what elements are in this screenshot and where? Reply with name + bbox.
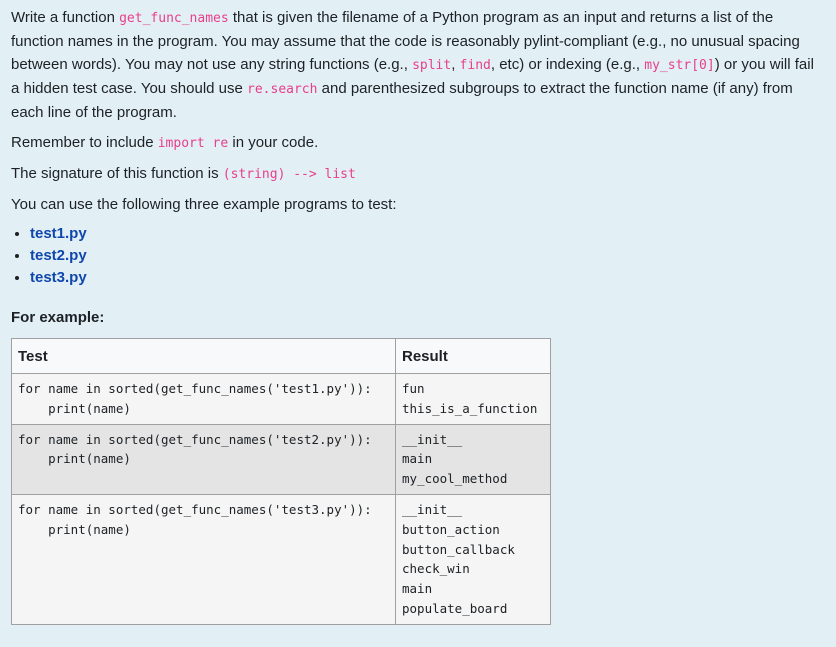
example-programs-intro: You can use the following three example … — [11, 196, 397, 213]
import-reminder: Remember to include import re in your co… — [11, 131, 825, 155]
column-header-result: Result — [395, 338, 551, 374]
result-output: __init__ main my_cool_method — [402, 431, 508, 487]
test-cell: for name in sorted(get_func_names('test2… — [11, 423, 396, 495]
text: , — [451, 56, 460, 73]
test-code: for name in sorted(get_func_names('test2… — [18, 431, 372, 467]
text: , etc) or indexing (e.g., — [490, 56, 645, 73]
inline-code: re.search — [247, 82, 318, 97]
inline-code: split — [412, 58, 452, 73]
text: Remember to include — [11, 134, 158, 151]
list-item: test1.py — [30, 223, 825, 245]
inline-code: get_func_names — [119, 11, 229, 26]
text: Write a function — [11, 9, 120, 26]
inline-code: find — [459, 58, 491, 73]
file-link-test1[interactable]: test1.py — [30, 225, 87, 242]
result-cell: fun this_is_a_function — [395, 373, 551, 425]
question-text: Write a function get_func_names that is … — [0, 0, 836, 625]
result-cell: __init__ button_action button_callback c… — [395, 493, 551, 625]
test-cell: for name in sorted(get_func_names('test3… — [11, 493, 396, 625]
for-example-heading: For example: — [11, 309, 105, 326]
test-code: for name in sorted(get_func_names('test1… — [18, 381, 372, 416]
result-output: fun this_is_a_function — [402, 381, 538, 416]
column-header-test: Test — [11, 338, 396, 374]
examples-table: Test Result for name in sorted(get_func_… — [11, 338, 551, 625]
table-header-row: Test Result — [11, 338, 551, 374]
inline-code: (string) --> list — [222, 167, 356, 182]
table-row: for name in sorted(get_func_names('test1… — [11, 373, 551, 425]
file-link-test3[interactable]: test3.py — [30, 269, 87, 286]
description-paragraph: Write a function get_func_names that is … — [11, 6, 825, 124]
text: in your code. — [228, 134, 319, 151]
result-output: __init__ button_action button_callback c… — [402, 501, 515, 616]
signature-paragraph: The signature of this function is (strin… — [11, 162, 825, 186]
test-code: for name in sorted(get_func_names('test3… — [18, 501, 372, 537]
text: The signature of this function is — [11, 165, 223, 182]
example-file-list: test1.py test2.py test3.py — [11, 223, 825, 289]
list-item: test3.py — [30, 267, 825, 289]
inline-code: my_str[0] — [644, 58, 715, 73]
file-link-test2[interactable]: test2.py — [30, 247, 87, 264]
test-cell: for name in sorted(get_func_names('test1… — [11, 373, 396, 425]
table-row: for name in sorted(get_func_names('test3… — [11, 493, 551, 625]
list-item: test2.py — [30, 245, 825, 267]
table-row: for name in sorted(get_func_names('test2… — [11, 423, 551, 495]
result-cell: __init__ main my_cool_method — [395, 423, 551, 495]
inline-code: import re — [157, 136, 229, 151]
